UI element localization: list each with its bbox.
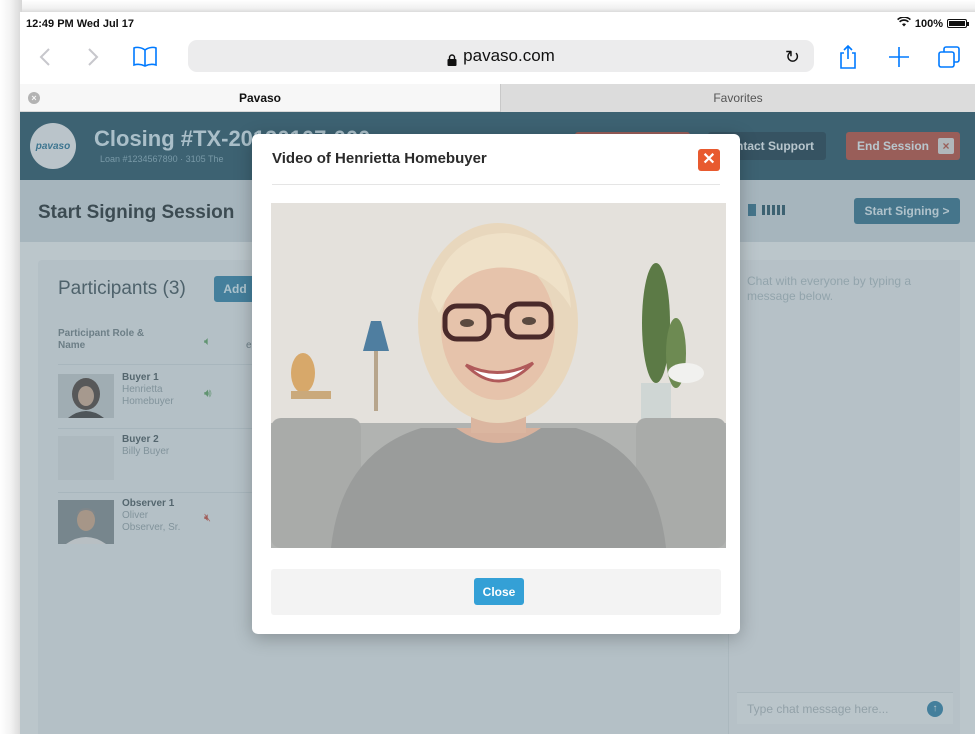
modal-footer: Close (271, 569, 721, 615)
tab-label: Favorites (713, 91, 763, 105)
wifi-icon (896, 16, 911, 30)
share-icon[interactable] (835, 42, 861, 72)
status-indicators: 100% (896, 16, 969, 30)
video-modal: Video of Henrietta Homebuyer ✕ Close (252, 134, 740, 634)
close-tab-icon[interactable]: × (28, 92, 40, 104)
close-button[interactable]: Close (474, 578, 524, 605)
tab-favorites[interactable]: Favorites (500, 84, 975, 112)
address-bar[interactable]: pavaso.com ↻ (188, 40, 814, 72)
tab-pavaso[interactable]: × Pavaso (20, 84, 500, 112)
status-bar: 12:49 PM Wed Jul 17 100% (20, 12, 975, 34)
device-frame-left (0, 0, 22, 734)
new-tab-icon[interactable] (886, 42, 912, 72)
bookmarks-icon[interactable] (130, 42, 160, 72)
status-time: 12:49 PM Wed Jul 17 (26, 18, 135, 30)
ipad-screen: 12:49 PM Wed Jul 17 100% pavaso.com ↻ × … (20, 12, 975, 734)
battery-percent: 100% (914, 17, 943, 30)
forward-icon[interactable] (82, 42, 104, 72)
tabs-overview-icon[interactable] (936, 42, 962, 72)
tab-bar: × Pavaso Favorites (20, 84, 975, 112)
participant-video (271, 203, 726, 548)
url-text: pavaso.com (463, 46, 555, 65)
close-icon[interactable]: ✕ (698, 149, 720, 171)
lock-icon (447, 51, 457, 66)
battery-icon (947, 19, 969, 28)
tab-label: Pavaso (238, 90, 282, 105)
browser-toolbar: pavaso.com ↻ (20, 34, 975, 82)
reload-icon[interactable]: ↻ (785, 47, 800, 68)
modal-title: Video of Henrietta Homebuyer (272, 150, 487, 167)
back-icon[interactable] (34, 42, 56, 72)
divider (272, 184, 720, 185)
